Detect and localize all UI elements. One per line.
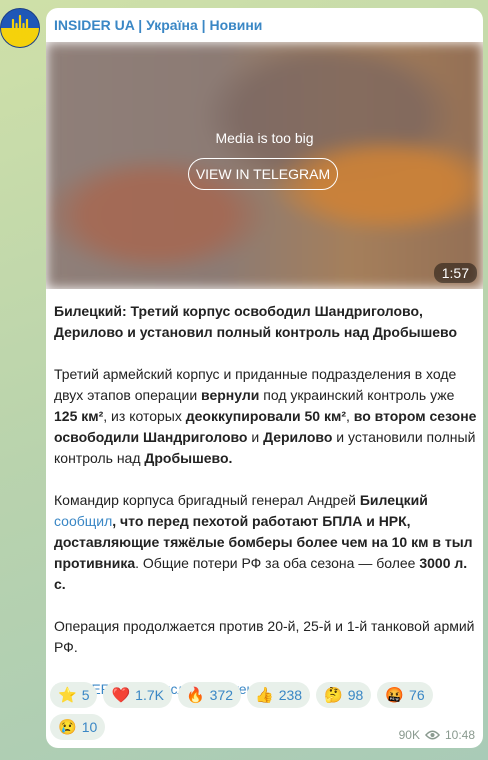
heart-icon: ❤️: [111, 686, 131, 704]
reaction-crying[interactable]: 😢 10: [50, 714, 106, 740]
angry-face-icon: 🤬: [385, 686, 405, 704]
message-meta: 90K 10:48: [399, 728, 475, 742]
trident-icon: [11, 14, 29, 41]
view-count: 90K: [398, 728, 420, 742]
reaction-thinking[interactable]: 🤔 98: [316, 682, 372, 708]
view-in-telegram-button[interactable]: VIEW IN TELEGRAM: [188, 158, 338, 190]
paragraph-2: Командир корпуса бригадный генерал Андре…: [54, 492, 473, 592]
reaction-thumbs-up[interactable]: 👍 238: [247, 682, 311, 708]
message-time: 10:48: [444, 728, 475, 742]
paragraph-1: Третий армейский корпус и приданные подр…: [54, 366, 477, 466]
reaction-star[interactable]: ⭐ 5: [50, 682, 98, 708]
crying-face-icon: 😢: [58, 718, 77, 736]
eye-icon: [424, 730, 440, 740]
thumbs-up-icon: 👍: [255, 686, 274, 704]
reaction-fire[interactable]: 🔥 372: [177, 682, 242, 708]
paragraph-3: Операция продолжается против 20-й, 25-й …: [54, 618, 475, 655]
star-icon: ⭐: [58, 686, 77, 704]
post-text: Билецкий: Третий корпус освободил Шандри…: [54, 301, 479, 721]
thinking-face-icon: 🤔: [324, 686, 343, 704]
source-link[interactable]: сообщил: [54, 513, 112, 529]
fire-icon: 🔥: [185, 686, 205, 704]
reaction-heart[interactable]: ❤️ 1.7K: [103, 682, 172, 708]
reaction-angry[interactable]: 🤬 76: [377, 682, 433, 708]
channel-avatar[interactable]: [0, 8, 40, 48]
post-title: Билецкий: Третий корпус освободил Шандри…: [54, 303, 457, 340]
media-too-big-notice: Media is too big: [215, 130, 314, 146]
video-duration: 1:57: [433, 263, 477, 283]
channel-name[interactable]: INSIDER UA | Україна | Новини: [46, 8, 483, 42]
video-preview[interactable]: Media is too big VIEW IN TELEGRAM 1:57: [46, 42, 483, 289]
message-bubble: INSIDER UA | Україна | Новини Media is t…: [46, 8, 483, 748]
